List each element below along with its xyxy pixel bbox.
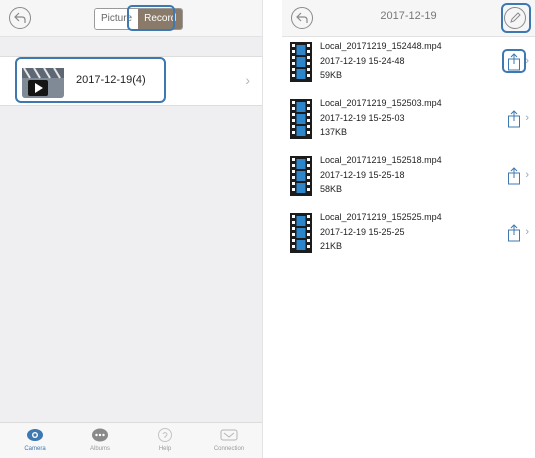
edit-button-highlight	[501, 3, 531, 33]
share-icon[interactable]	[507, 167, 521, 185]
chevron-right-icon: ›	[525, 112, 529, 124]
share-button-highlight	[502, 49, 526, 73]
chevron-right-icon: ›	[525, 226, 529, 238]
file-size: 21KB	[320, 241, 343, 251]
file-name: Local_20171219_152525.mp4	[320, 212, 442, 222]
file-size: 137KB	[320, 127, 348, 137]
tab-help-label: Help	[158, 446, 172, 452]
tab-albums[interactable]: Albums	[71, 427, 129, 452]
back-icon[interactable]	[8, 6, 32, 30]
file-date: 2017-12-19 15-25-18	[320, 170, 405, 180]
file-row[interactable]: Local_20171219_152448.mp4 2017-12-19 15-…	[282, 37, 535, 94]
file-size: 59KB	[320, 70, 343, 80]
album-row-highlight	[15, 57, 166, 103]
album-title: 2017-12-19	[380, 10, 437, 22]
share-icon[interactable]	[507, 224, 521, 242]
file-size: 58KB	[320, 184, 343, 194]
tab-connection[interactable]: Connection	[200, 427, 258, 452]
chevron-right-icon: ›	[245, 72, 250, 88]
file-date: 2017-12-19 15-25-03	[320, 113, 405, 123]
video-file-list: Local_20171219_152448.mp4 2017-12-19 15-…	[282, 37, 535, 265]
record-tab-highlight	[127, 5, 175, 31]
tab-help[interactable]: Help	[136, 427, 194, 452]
connection-icon	[220, 429, 238, 441]
albums-screen: Picture Record 2017-12-19(4) › Camera Al…	[0, 0, 263, 458]
file-row[interactable]: Local_20171219_152503.mp4 2017-12-19 15-…	[282, 94, 535, 151]
albums-icon	[92, 428, 108, 442]
video-file-icon	[290, 156, 312, 196]
file-row[interactable]: Local_20171219_152518.mp4 2017-12-19 15-…	[282, 151, 535, 208]
tab-connection-label: Connection	[213, 446, 245, 452]
tab-albums-label: Albums	[89, 446, 110, 452]
help-icon	[158, 428, 172, 442]
file-date: 2017-12-19 15-24-48	[320, 56, 405, 66]
album-detail-screen: 2017-12-19 Local_20171219_152448.mp4 201…	[282, 0, 535, 458]
chevron-right-icon: ›	[525, 169, 529, 181]
file-name: Local_20171219_152448.mp4	[320, 41, 442, 51]
video-file-icon	[290, 42, 312, 82]
left-navbar: Picture Record	[0, 0, 262, 37]
file-name: Local_20171219_152518.mp4	[320, 155, 442, 165]
tab-camera[interactable]: Camera	[6, 427, 64, 452]
video-file-icon	[290, 99, 312, 139]
tab-camera-label: Camera	[24, 446, 46, 452]
file-name: Local_20171219_152503.mp4	[320, 98, 442, 108]
right-navbar: 2017-12-19	[282, 0, 535, 37]
share-icon[interactable]	[507, 110, 521, 128]
bottom-tab-bar: Camera Albums Help Connection	[0, 422, 262, 458]
file-date: 2017-12-19 15-25-25	[320, 227, 405, 237]
file-row[interactable]: Local_20171219_152525.mp4 2017-12-19 15-…	[282, 208, 535, 265]
camera-icon	[27, 429, 43, 441]
video-file-icon	[290, 213, 312, 253]
